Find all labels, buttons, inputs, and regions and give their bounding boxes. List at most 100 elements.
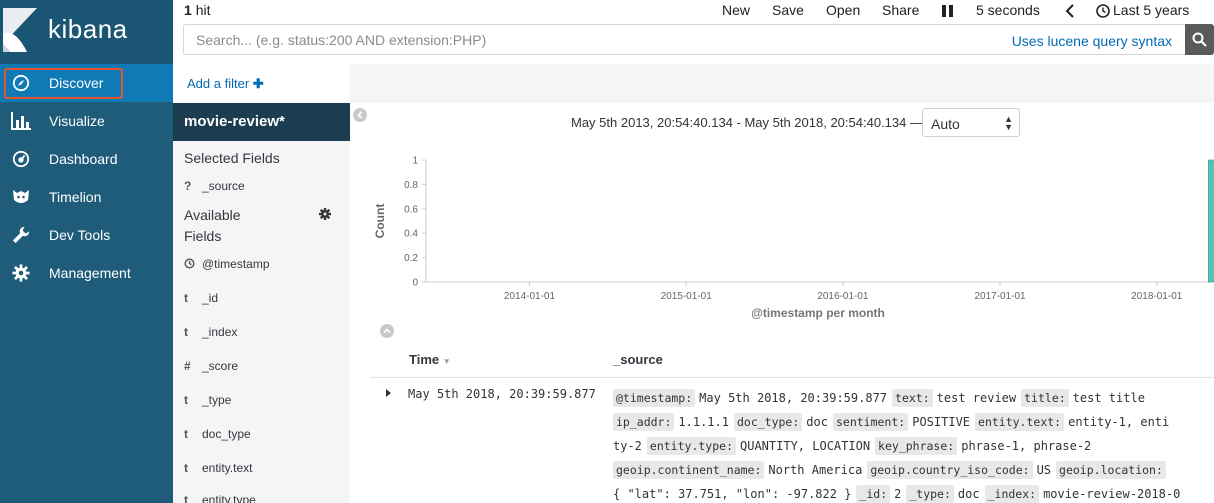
expand-row-icon[interactable] [383, 388, 393, 398]
nav-label-management: Management [49, 265, 131, 281]
column-header-time[interactable]: Time ▼ [409, 352, 451, 367]
interval-value: Auto [931, 116, 960, 132]
source-field-key: entity.text: [975, 413, 1065, 431]
kibana-app: kibana Discover Visualize Dashboard Time… [0, 0, 1214, 503]
column-header-source: _source [613, 352, 663, 367]
field-type-string: t [184, 393, 188, 407]
nav-item-discover[interactable]: Discover [0, 64, 173, 102]
field-type-string: t [184, 325, 188, 339]
source-field-value: test title [1072, 391, 1145, 405]
wrench-icon [12, 226, 30, 244]
field-item-entity-text[interactable]: t entity.text [184, 461, 344, 481]
search-button[interactable] [1185, 24, 1214, 55]
search-input[interactable] [196, 31, 996, 49]
field-type-string: t [184, 461, 188, 475]
interval-select[interactable]: Auto ▲ ▼ [922, 108, 1020, 137]
share-button[interactable]: Share [882, 2, 919, 18]
field-name: _type [202, 393, 232, 407]
source-field-key: _type: [906, 485, 954, 503]
collapse-chart-button[interactable] [380, 324, 394, 338]
y-tick-label: 0.2 [404, 253, 418, 264]
filter-bar-right [350, 64, 1214, 103]
x-tick-label: 2015-01-01 [661, 291, 713, 302]
hit-count-label: hit [195, 2, 211, 18]
source-field-value: QUANTITY, LOCATION [740, 439, 871, 453]
kibana-wordmark: kibana [48, 14, 128, 44]
field-item-score[interactable]: # _score [184, 359, 344, 379]
nav-label-dashboard: Dashboard [49, 151, 118, 167]
timelion-icon [13, 190, 29, 203]
nav-label-discover: Discover [49, 75, 104, 91]
y-tick-label: 0.6 [404, 204, 418, 215]
chevron-left-icon [357, 111, 363, 119]
pause-icon[interactable] [941, 4, 955, 18]
source-field-key: @timestamp: [613, 389, 696, 407]
y-tick-label: 1 [412, 156, 418, 167]
source-field-value: May 5th 2018, 20:39:59.877 [699, 391, 888, 405]
open-button[interactable]: Open [826, 2, 860, 18]
field-name: entity.type [202, 493, 256, 503]
source-field-value: doc [806, 415, 828, 429]
source-field-key: geoip.country_iso_code: [867, 461, 1033, 479]
field-item-doc-type[interactable]: t doc_type [184, 427, 344, 447]
selected-fields-title: Selected Fields [184, 150, 280, 166]
y-axis-label: Count [373, 204, 387, 239]
x-tick-label: 2017-01-01 [974, 291, 1026, 302]
field-item-id[interactable]: t _id [184, 291, 344, 311]
x-axis-label: @timestamp per month [751, 306, 885, 320]
time-picker-button[interactable]: Last 5 years [1113, 2, 1189, 18]
source-field-value: movie-review-2018-0 [1043, 487, 1181, 501]
add-filter-link[interactable]: Add a filter ✚ [187, 76, 264, 92]
search-bar: Uses lucene query syntax [183, 24, 1185, 55]
y-tick-label: 0 [412, 278, 418, 289]
field-settings-gear-icon[interactable] [319, 208, 331, 220]
nav-item-visualize[interactable]: Visualize [0, 102, 173, 140]
nav-item-dev-tools[interactable]: Dev Tools [0, 216, 173, 254]
source-line: { "lat": 37.751, "lon": -97.822 } _id: 2 _t… [613, 482, 1214, 503]
nav-item-dashboard[interactable]: Dashboard [0, 140, 173, 178]
row-time-value: May 5th 2018, 20:39:59.877 [408, 387, 596, 401]
available-fields-title-2: Fields [184, 228, 222, 244]
field-name: entity.text [202, 461, 253, 475]
source-field-value: 1.1.1.1 [678, 415, 729, 429]
source-field-value: { "lat": 37.751, "lon": -97.822 } [613, 487, 852, 501]
source-line: ip_addr: 1.1.1.1 doc_type: doc sentiment: POS… [613, 410, 1214, 434]
collapse-sidebar-button[interactable] [353, 108, 367, 122]
source-field-key: entity.type: [646, 437, 736, 455]
hit-count-number: 1 [184, 2, 192, 18]
gear-icon [12, 264, 30, 282]
clock-icon [184, 258, 195, 269]
source-line: geoip.continent_name: North America geoip.… [613, 458, 1214, 482]
add-filter-label: Add a filter [187, 76, 250, 91]
field-item-timestamp[interactable]: @timestamp [184, 257, 344, 277]
source-field-key: ip_addr: [613, 413, 675, 431]
x-tick-label: 2014-01-01 [504, 291, 556, 302]
histogram-time-range: May 5th 2013, 20:54:40.134 - May 5th 201… [571, 115, 923, 130]
field-item-type[interactable]: t _type [184, 393, 344, 413]
query-syntax-link[interactable]: Uses lucene query syntax [1012, 33, 1172, 49]
chevron-left-icon[interactable] [1064, 4, 1076, 18]
source-field-key: _id: [856, 485, 891, 503]
nav-item-timelion[interactable]: Timelion [0, 178, 173, 216]
field-name: doc_type [202, 427, 251, 441]
compass-icon [12, 74, 30, 92]
field-item-source[interactable]: ? _source [184, 179, 344, 199]
nav-item-management[interactable]: Management [0, 254, 173, 292]
field-item-entity-type[interactable]: t entity.type [184, 493, 344, 503]
chevron-up-icon [383, 328, 391, 334]
source-field-key: title: [1021, 389, 1069, 407]
field-name: @timestamp [202, 257, 270, 271]
kibana-logo[interactable]: kibana [0, 0, 173, 64]
source-field-key: text: [892, 389, 933, 407]
clock-icon[interactable] [1096, 4, 1110, 18]
source-field-key: doc_type: [733, 413, 803, 431]
index-pattern-title[interactable]: movie-review* [173, 103, 350, 141]
refresh-interval-button[interactable]: 5 seconds [976, 2, 1040, 18]
field-item-index[interactable]: t _index [184, 325, 344, 345]
source-field-value: phrase-1, phrase-2 [961, 439, 1092, 453]
new-button[interactable]: New [722, 2, 750, 18]
histogram-bar [1207, 159, 1214, 283]
nav-label-dev-tools: Dev Tools [49, 227, 111, 243]
save-button[interactable]: Save [772, 2, 804, 18]
column-header-time-label: Time [409, 352, 440, 367]
